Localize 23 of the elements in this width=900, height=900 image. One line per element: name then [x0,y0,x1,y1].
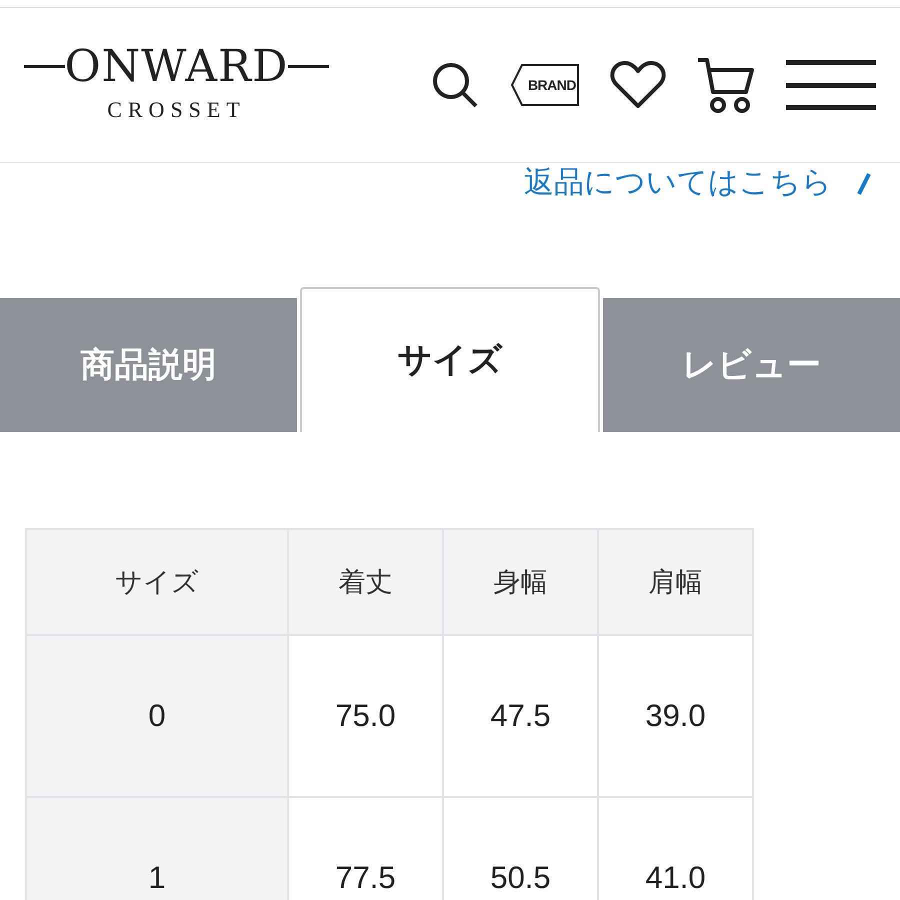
cart-icon[interactable] [696,56,756,114]
table-cell: 0 [26,635,288,797]
logo[interactable]: ONWARD CROSSET [24,44,329,126]
table-cell: 50.5 [443,797,598,900]
chevron-icon [856,170,872,196]
table-cell: 47.5 [443,635,598,797]
table-cell: 41.0 [598,797,753,900]
tab[interactable]: サイズ [300,287,600,432]
return-policy-link[interactable]: 返品についてはこちら [524,165,872,201]
column-header: 身幅 [443,529,598,635]
column-header: 肩幅 [598,529,753,635]
column-header: 着丈 [288,529,443,635]
column-header: サイズ [26,529,288,635]
heart-icon[interactable] [610,61,666,109]
table-cell: 39.0 [598,635,753,797]
table-cell: 75.0 [288,635,443,797]
table-cell: 77.5 [288,797,443,900]
logo-subtitle: CROSSET [107,96,246,124]
brand-tag-button[interactable]: BRAND [510,64,580,106]
table-cell: 1 [26,797,288,900]
search-icon[interactable] [430,60,480,110]
menu-icon[interactable] [786,58,876,112]
logo-wordmark: ONWARD [64,44,288,88]
